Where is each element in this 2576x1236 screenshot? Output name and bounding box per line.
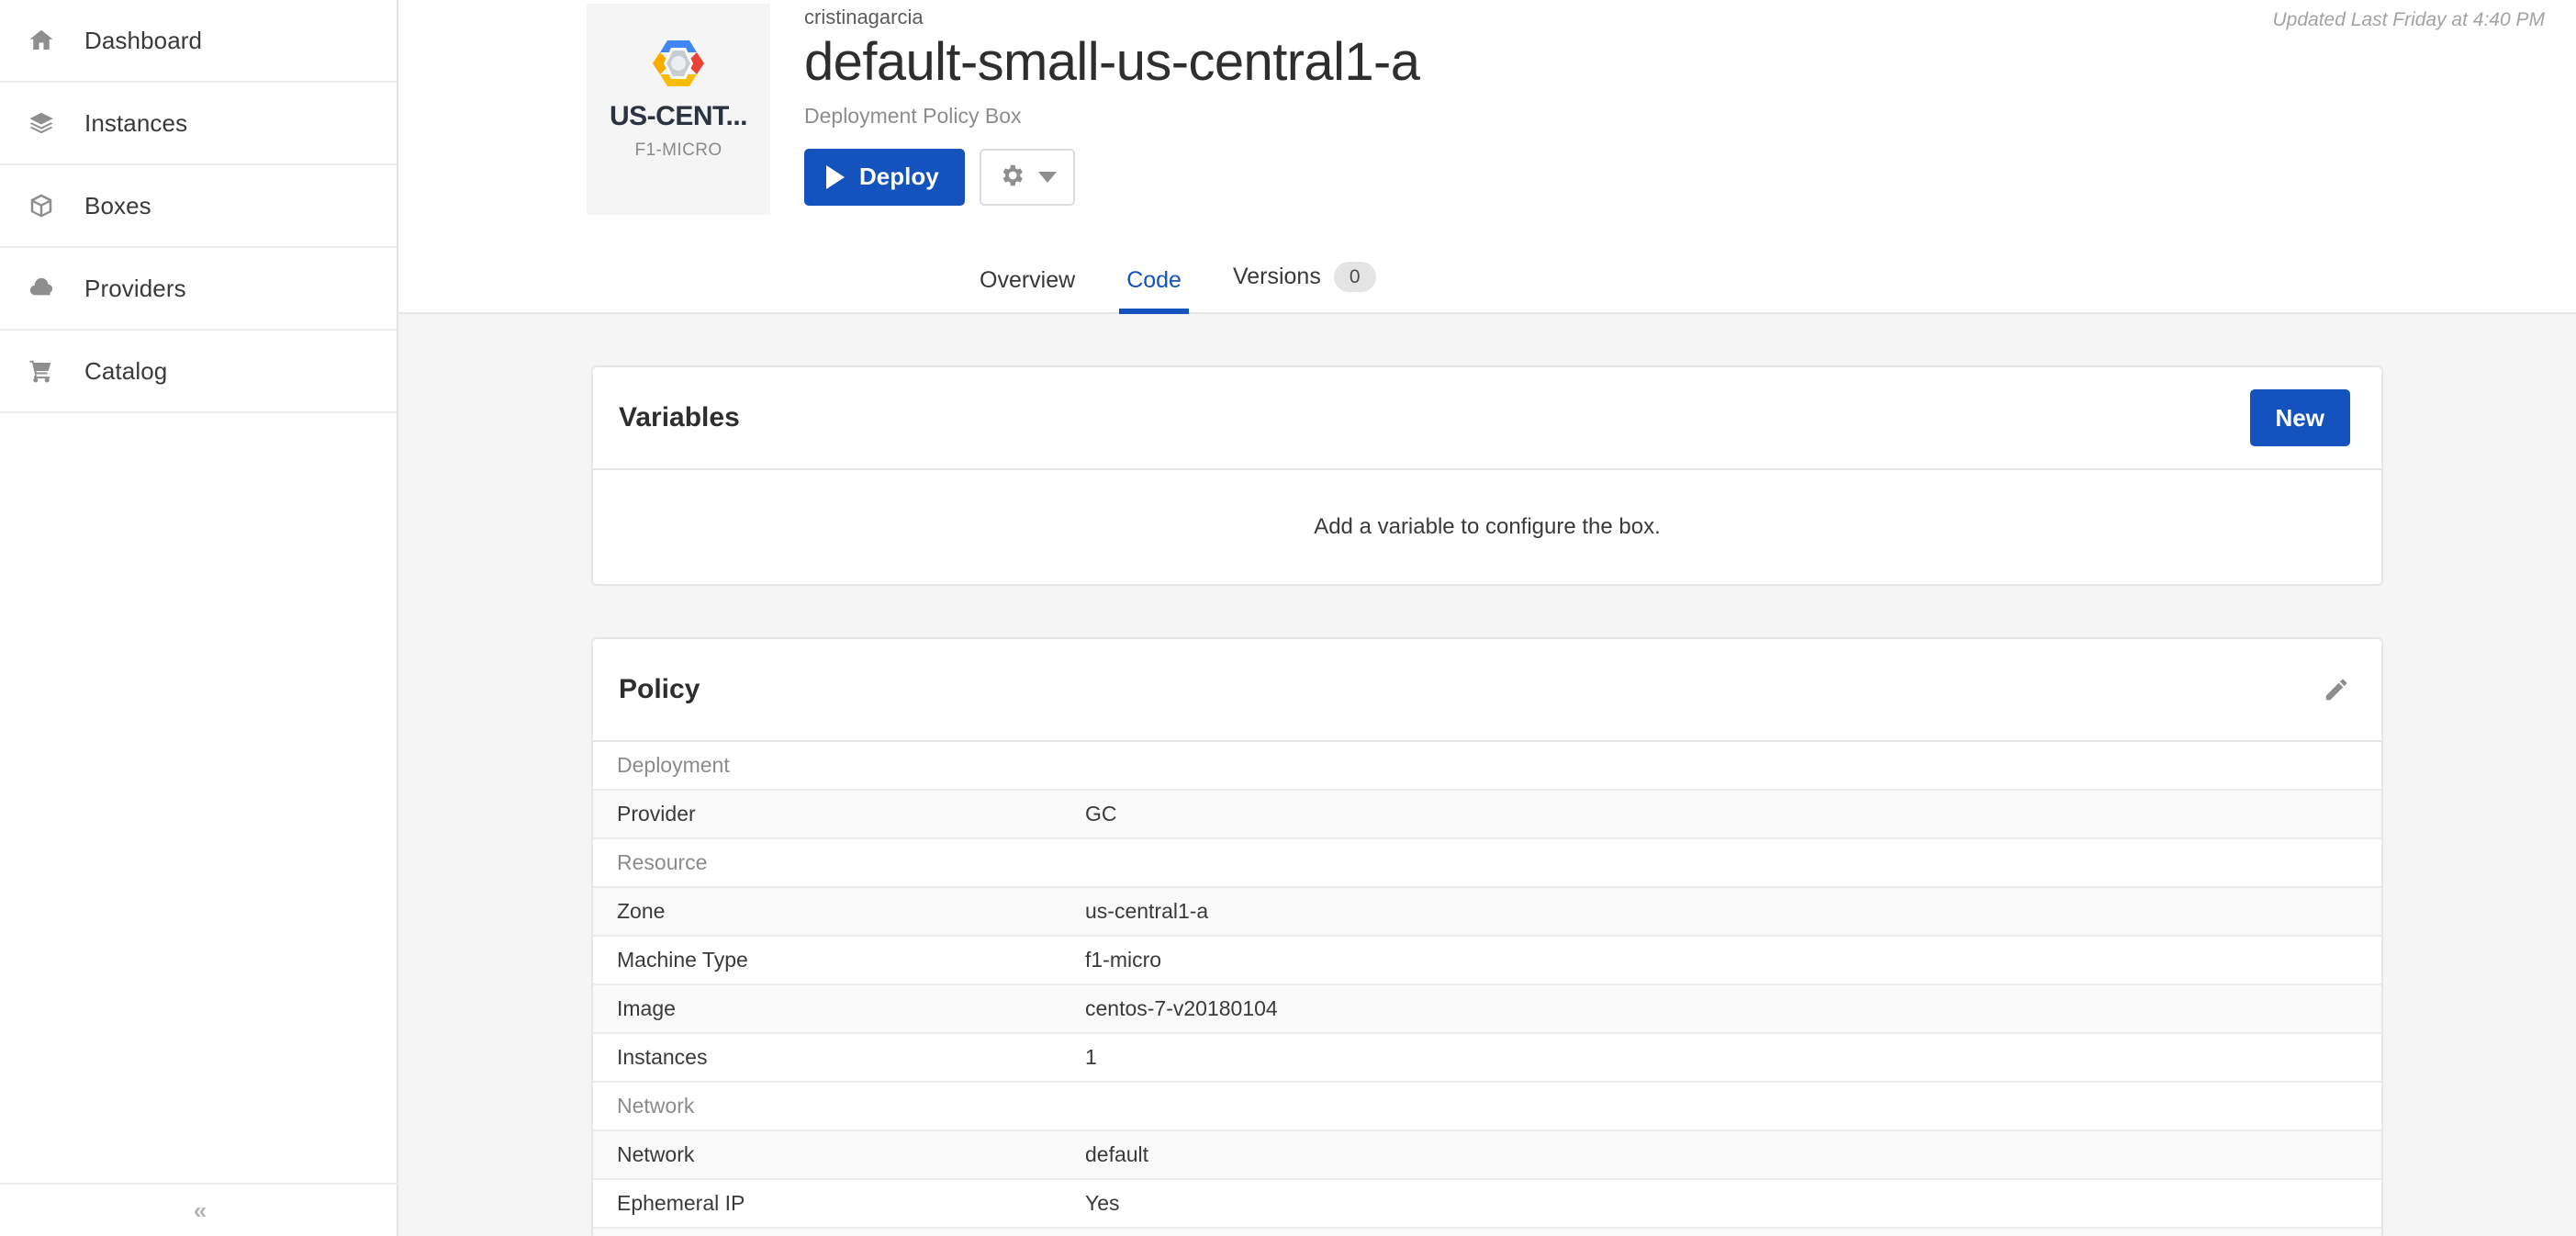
page-subtitle: Deployment Policy Box <box>804 103 1022 128</box>
policy-section-row: Resource <box>593 839 2381 888</box>
versions-count-badge: 0 <box>1333 262 1376 292</box>
badge-title: US-CENT... <box>609 101 748 131</box>
policy-row: Instances 1 <box>593 1034 2381 1083</box>
policy-value: Yes <box>1085 1191 1120 1215</box>
variables-card: Variables New Add a variable to configur… <box>591 365 2383 586</box>
policy-row: Zone us-central1-a <box>593 888 2381 937</box>
policy-key: Ephemeral IP <box>617 1191 745 1215</box>
cloud-icon <box>17 274 66 303</box>
tab-overview[interactable]: Overview <box>972 269 1082 312</box>
policy-section-label: Network <box>617 1094 695 1118</box>
badge-subtitle: F1-MICRO <box>634 140 722 160</box>
sidebar-item-catalog[interactable]: Catalog <box>0 331 397 413</box>
app-root: Dashboard Instances Boxes Providers Cata… <box>0 0 2576 1236</box>
policy-row: IP forwarding No <box>593 1229 2381 1236</box>
policy-row: Machine Type f1-micro <box>593 937 2381 985</box>
gear-icon <box>998 162 1025 192</box>
policy-row: Ephemeral IP Yes <box>593 1180 2381 1229</box>
tab-code[interactable]: Code <box>1119 267 1189 314</box>
sidebar: Dashboard Instances Boxes Providers Cata… <box>0 0 398 1236</box>
sidebar-item-dashboard[interactable]: Dashboard <box>0 0 397 83</box>
variables-card-title: Variables <box>619 402 740 433</box>
policy-section-row: Network <box>593 1083 2381 1131</box>
policy-section-label: Deployment <box>617 753 730 777</box>
settings-dropdown-button[interactable] <box>979 148 1075 206</box>
sidebar-item-instances[interactable]: Instances <box>0 83 397 165</box>
deploy-button-label: Deploy <box>859 163 939 191</box>
chevron-down-icon <box>1037 171 1057 183</box>
policy-value: default <box>1085 1142 1149 1166</box>
policy-key: Machine Type <box>617 948 748 972</box>
policy-value: GC <box>1085 802 1117 826</box>
home-icon <box>17 27 66 54</box>
page-title: default-small-us-central1-a <box>804 32 1420 93</box>
policy-section-row: Deployment <box>593 742 2381 791</box>
policy-key: Image <box>617 996 676 1020</box>
tab-bar: Overview Code Versions 0 <box>398 231 2576 314</box>
tab-label: Code <box>1126 267 1182 293</box>
updated-timestamp: Updated Last Friday at 4:40 PM <box>2272 9 2546 30</box>
variables-empty-message: Add a variable to configure the box. <box>1314 514 1661 539</box>
policy-row: Provider GC <box>593 791 2381 839</box>
policy-card: Policy Deployment Provider GC Resource Z… <box>591 637 2383 1236</box>
new-variable-button[interactable]: New <box>2249 389 2350 446</box>
sidebar-item-label: Providers <box>84 274 186 302</box>
policy-value: f1-micro <box>1085 948 1162 972</box>
policy-section-label: Resource <box>617 850 708 874</box>
tab-label: Versions <box>1232 264 1321 289</box>
sidebar-item-providers[interactable]: Providers <box>0 248 397 331</box>
cube-icon <box>17 192 66 219</box>
deploy-button[interactable]: Deploy <box>804 148 965 206</box>
layers-icon <box>17 109 66 137</box>
policy-key: Zone <box>617 899 666 923</box>
main-area: Updated Last Friday at 4:40 PM US-CENT..… <box>398 0 2576 1236</box>
sidebar-item-boxes[interactable]: Boxes <box>0 165 397 248</box>
cart-icon <box>17 357 66 385</box>
policy-card-title: Policy <box>619 674 700 704</box>
tab-versions[interactable]: Versions 0 <box>1226 262 1383 312</box>
variables-empty-state: Add a variable to configure the box. <box>593 468 2381 584</box>
policy-table: Deployment Provider GC Resource Zone us-… <box>593 740 2381 1236</box>
pencil-icon[interactable] <box>2323 676 2350 703</box>
sidebar-item-label: Instances <box>84 108 188 137</box>
google-cloud-platform-logo <box>653 40 704 86</box>
sidebar-item-label: Boxes <box>84 191 151 219</box>
policy-key: Provider <box>617 802 696 826</box>
policy-value: centos-7-v20180104 <box>1085 996 1278 1020</box>
policy-key: Network <box>617 1142 695 1166</box>
policy-value: us-central1-a <box>1085 899 1209 923</box>
policy-value: 1 <box>1085 1045 1097 1069</box>
tab-label: Overview <box>980 267 1076 293</box>
sidebar-collapse-button[interactable]: « <box>0 1183 398 1236</box>
sidebar-item-label: Catalog <box>84 356 168 385</box>
box-badge: US-CENT... F1-MICRO <box>573 0 784 231</box>
chevron-double-left-icon: « <box>193 1197 207 1224</box>
policy-row: Image centos-7-v20180104 <box>593 985 2381 1034</box>
policy-row: Network default <box>593 1131 2381 1180</box>
play-icon <box>826 164 845 189</box>
content-area: Variables New Add a variable to configur… <box>398 314 2576 1236</box>
policy-key: Instances <box>617 1045 708 1069</box>
page-header: Updated Last Friday at 4:40 PM US-CENT..… <box>398 0 2576 231</box>
sidebar-item-label: Dashboard <box>84 26 203 54</box>
